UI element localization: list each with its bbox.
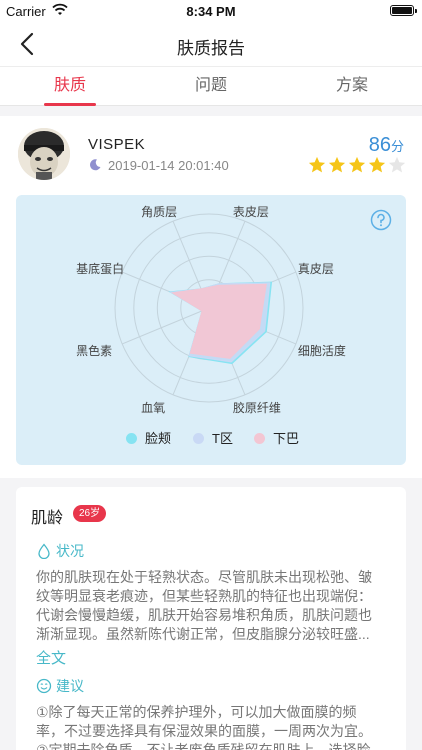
- star-empty-icon: [388, 156, 406, 173]
- advice-text: ①除了每天正常的保养护理外，可以加大做面膜的频 率，不过要选择具有保湿效果的面膜…: [36, 703, 388, 750]
- score-value: 86: [368, 134, 391, 156]
- tab-problems[interactable]: 问题: [141, 67, 281, 106]
- score-unit: 分: [390, 139, 404, 154]
- tab-label: 方案: [335, 77, 368, 94]
- page-title: 肤质报告: [177, 39, 245, 58]
- radar-axis-label: 角质层: [141, 205, 178, 220]
- status-heading: 状况: [36, 541, 84, 561]
- advice-line: 率，不过要选择具有保湿效果的面膜，一周两次为宜。: [36, 723, 372, 739]
- tab-skin-type[interactable]: 肤质: [0, 67, 140, 106]
- avatar-image: [18, 128, 70, 180]
- status-text: 你的肌肤现在处于轻熟状态。尽管肌肤未出现松弛、皱 纹等明显衰老痕迹，但某些轻熟肌…: [36, 568, 388, 644]
- legend-label: T区: [212, 431, 233, 446]
- star-rating: [306, 156, 406, 176]
- advice-line: ①除了每天正常的保养护理外，可以加大做面膜的频: [36, 704, 357, 720]
- radar-axis-label: 基底蛋白: [76, 262, 125, 277]
- report-datetime: 2019-01-14 20:01:40: [108, 158, 229, 173]
- status-heading-label: 状况: [56, 543, 84, 559]
- radar-axis-label: 血氧: [141, 400, 166, 415]
- smile-icon: [36, 678, 52, 694]
- advice-heading-label: 建议: [56, 678, 84, 694]
- radar-axis-label: 黑色素: [76, 343, 113, 358]
- battery-icon: [390, 5, 417, 16]
- star-filled-icon: [308, 156, 326, 173]
- legend-item: 脸颊: [126, 428, 171, 447]
- clock: 8:34 PM: [186, 4, 236, 19]
- status-line: 渐渐显现。虽然新陈代谢正常，但皮脂腺分泌较旺盛...: [36, 626, 370, 642]
- legend-label: 脸颊: [145, 431, 172, 446]
- tab-bar: 肤质 问题 方案: [0, 66, 422, 106]
- advice-line: ②定期去除角质，不让老废角质残留在肌肤上，选择脸: [36, 742, 371, 750]
- radar-plot: [114, 213, 304, 403]
- skin-radar-chart: 表皮层真皮层细胞活度胶原纤维 血氧 黑色素 基底蛋白 角质层 脸颊 T区 下巴: [16, 195, 406, 465]
- star-filled-icon: [368, 156, 386, 173]
- legend-item: 下巴: [254, 428, 299, 447]
- status-bar: Carrier 8:34 PM: [0, 0, 422, 22]
- legend-swatch: [126, 433, 137, 444]
- card-title: 肌龄: [31, 510, 64, 527]
- full-text-link[interactable]: 全文: [36, 647, 66, 668]
- status-line: 你的肌肤现在处于轻熟状态。尽管肌肤未出现松弛、皱: [36, 569, 372, 585]
- droplet-icon: [38, 543, 50, 559]
- tab-plan[interactable]: 方案: [282, 67, 422, 106]
- radar-series-3: [171, 283, 267, 359]
- advice-heading: 建议: [36, 676, 84, 696]
- tab-label: 问题: [194, 77, 227, 94]
- tab-active-indicator: [44, 103, 96, 106]
- legend-item: T区: [193, 428, 233, 447]
- legend-label: 下巴: [273, 431, 300, 446]
- legend-swatch: [193, 433, 204, 444]
- radar-axis-label: 胶原纤维: [232, 400, 281, 415]
- radar-axis-label: 细胞活度: [297, 343, 346, 358]
- report-summary: VISPEK 2019-01-14 20:01:40 86分 表皮层真皮层细胞活…: [0, 116, 422, 478]
- navigation-bar: 肤质报告: [0, 22, 422, 66]
- tab-label: 肤质: [53, 77, 86, 94]
- username: VISPEK: [88, 136, 146, 153]
- skin-age-card: 肌龄 26岁 状况 你的肌肤现在处于轻熟状态。尽管肌肤未出现松弛、皱 纹等明显衰…: [16, 487, 406, 750]
- moon-icon: [89, 159, 101, 171]
- star-filled-icon: [348, 156, 366, 173]
- legend-swatch: [254, 433, 265, 444]
- status-line: 纹等明显衰老痕迹，但某些轻熟肌的特征也出现端倪：: [36, 588, 372, 604]
- radar-axis-label: 真皮层: [297, 262, 334, 277]
- age-badge: 26岁: [73, 505, 107, 522]
- skin-score: 86分: [369, 134, 404, 157]
- radar-axis-label: 表皮层: [232, 205, 269, 220]
- avatar[interactable]: [18, 128, 70, 180]
- star-filled-icon: [328, 156, 346, 173]
- status-line: 代谢会慢慢趋缓，肌肤开始容易堆积角质，肌肤问题也: [36, 607, 372, 623]
